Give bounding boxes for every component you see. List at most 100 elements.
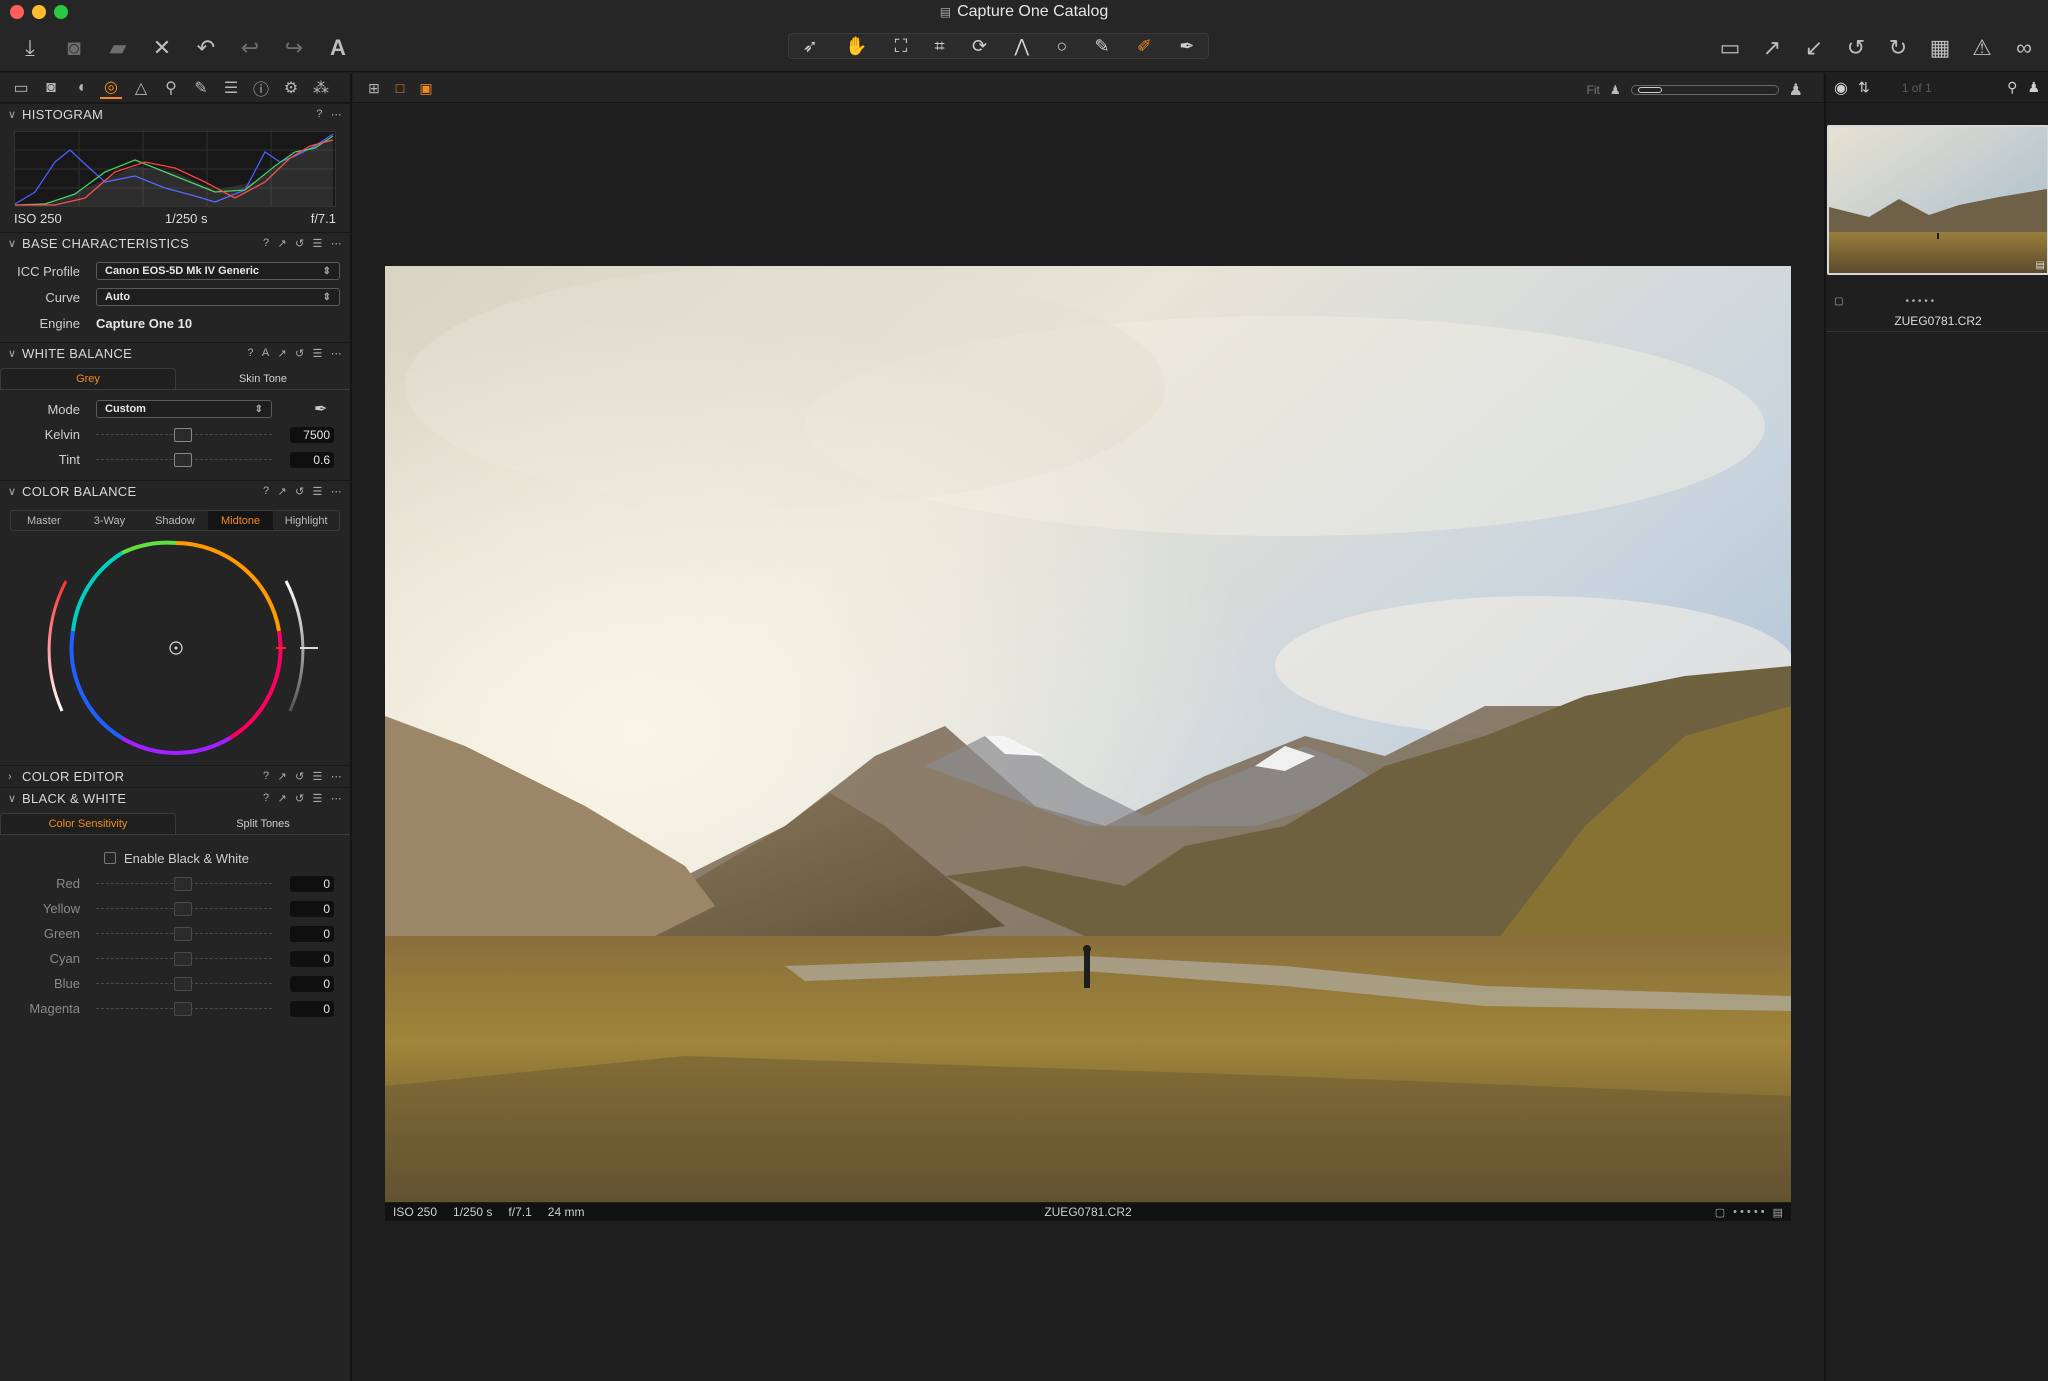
histogram-header[interactable]: ∨ HISTOGRAM ? ⋯ (0, 103, 350, 125)
bw-green-slider[interactable] (96, 927, 272, 941)
redo-icon[interactable]: ↪ (278, 32, 310, 64)
thumbnail-rating[interactable]: • • • • • (1905, 296, 1934, 307)
copy-apply-icon[interactable]: ↗ (277, 770, 287, 783)
stack-icon[interactable]: ▭ (1716, 32, 1744, 64)
thumbnail[interactable]: ▤ (1827, 125, 2048, 275)
help-icon[interactable]: ? (316, 108, 322, 121)
white-balance-header[interactable]: ∨ WHITE BALANCE ? A ↗ ↺ ☰ ⋯ (0, 342, 350, 364)
more-icon[interactable]: ⋯ (331, 347, 342, 360)
slider-handle[interactable] (174, 1002, 192, 1016)
zoom-slider[interactable] (1630, 85, 1779, 95)
reset-icon[interactable]: ↺ (295, 792, 305, 805)
bw-cyan-slider[interactable] (96, 952, 272, 966)
undo-history-icon[interactable]: ↶ (190, 32, 222, 64)
color-tab-icon[interactable]: ◎ (100, 77, 122, 99)
import-arrow-icon[interactable]: ↙ (1800, 32, 1828, 64)
more-icon[interactable]: ⋯ (331, 792, 342, 805)
help-icon[interactable]: ? (263, 237, 269, 250)
undo-icon[interactable]: ↩ (234, 32, 266, 64)
slider-handle[interactable] (174, 927, 192, 941)
keystone-icon[interactable]: ⋀ (1014, 36, 1029, 57)
more-icon[interactable]: ⋯ (331, 237, 342, 250)
color-wheel[interactable] (0, 531, 352, 761)
color-balance-header[interactable]: ∨ COLOR BALANCE ? ↗ ↺ ☰ ⋯ (0, 480, 350, 502)
bw-red-value[interactable]: 0 (290, 875, 334, 892)
bw-red-slider[interactable] (96, 877, 272, 891)
zoom-slider-handle[interactable] (1637, 87, 1662, 93)
more-icon[interactable]: ⋯ (331, 485, 342, 498)
copy-apply-icon[interactable]: ↗ (277, 485, 287, 498)
icc-profile-select[interactable]: Canon EOS-5D Mk IV Generic (96, 262, 340, 280)
eye-icon[interactable]: ◉ (1834, 78, 1848, 98)
more-icon[interactable]: ⋯ (331, 770, 342, 783)
adjustments-badge-icon[interactable]: ▤ (1773, 1206, 1783, 1219)
tint-slider[interactable] (96, 453, 272, 467)
warning-icon[interactable]: ⚠ (1968, 32, 1996, 64)
pan-hand-icon[interactable]: ✋ (845, 36, 867, 57)
thumbnail-checkbox-icon[interactable]: ▢ (1834, 296, 1843, 307)
lens-tab-icon[interactable]: ◖ (70, 77, 92, 99)
circle-mask-icon[interactable]: ○ (1056, 36, 1067, 57)
slider-handle[interactable] (174, 877, 192, 891)
presets-icon[interactable]: ☰ (313, 237, 323, 250)
bw-cyan-value[interactable]: 0 (290, 950, 334, 967)
slider-handle[interactable] (174, 952, 192, 966)
presets-icon[interactable]: ☰ (313, 485, 323, 498)
glasses-icon[interactable]: ∞ (2010, 32, 2038, 64)
slider-handle[interactable] (174, 977, 192, 991)
tab-color-sensitivity[interactable]: Color Sensitivity (0, 813, 176, 834)
presets-icon[interactable]: ☰ (313, 770, 323, 783)
grid-icon[interactable]: ▦ (1926, 32, 1954, 64)
camera-icon[interactable]: ◙ (58, 32, 90, 64)
exposure-tab-icon[interactable]: △ (130, 77, 152, 99)
local-adjust-tab-icon[interactable]: ✎ (190, 77, 212, 99)
base-characteristics-header[interactable]: ∨ BASE CHARACTERISTICS ? ↗ ↺ ☰ ⋯ (0, 232, 350, 254)
adjustments-tab-icon[interactable]: ☰ (220, 77, 242, 99)
kelvin-slider[interactable] (96, 428, 272, 442)
close-window-button[interactable] (10, 5, 24, 19)
kelvin-slider-handle[interactable] (174, 428, 192, 442)
main-photo[interactable] (385, 266, 1791, 1202)
copy-apply-icon[interactable]: ↗ (277, 792, 287, 805)
capture-tab-icon[interactable]: ◙ (40, 77, 62, 99)
bw-magenta-slider[interactable] (96, 1002, 272, 1016)
minimize-window-button[interactable] (32, 5, 46, 19)
draw-mask-icon[interactable]: ✐ (1137, 36, 1152, 57)
folder-icon[interactable]: ▰ (102, 32, 134, 64)
help-icon[interactable]: ? (263, 770, 269, 783)
tab-split-tones[interactable]: Split Tones (176, 813, 350, 834)
rotate-icon[interactable]: ⟳ (972, 36, 987, 57)
kelvin-value-field[interactable]: 7500 (290, 426, 334, 443)
copy-apply-icon[interactable]: ↗ (277, 237, 287, 250)
search-icon[interactable]: ⚲ (2007, 79, 2017, 96)
crop-icon[interactable]: ⌗ (935, 36, 945, 57)
more-icon[interactable]: ⋯ (331, 108, 342, 121)
multi-view-icon[interactable]: ▣ (417, 79, 435, 97)
grid-view-icon[interactable]: ⊞ (365, 79, 383, 97)
delete-icon[interactable]: ✕ (146, 32, 178, 64)
help-icon[interactable]: ? (263, 485, 269, 498)
single-view-icon[interactable]: □ (391, 79, 409, 97)
reset-icon[interactable]: ↺ (295, 237, 305, 250)
bw-yellow-value[interactable]: 0 (290, 900, 334, 917)
user-icon[interactable]: ♟ (2027, 79, 2040, 96)
auto-icon[interactable]: A (262, 347, 270, 360)
tab-skin-tone[interactable]: Skin Tone (176, 368, 350, 389)
black-white-header[interactable]: ∨ BLACK & WHITE ? ↗ ↺ ☰ ⋯ (0, 787, 350, 809)
reset-icon[interactable]: ↺ (295, 347, 305, 360)
zoom-window-button[interactable] (54, 5, 68, 19)
library-tab-icon[interactable]: ▭ (10, 77, 32, 99)
rotate-right-icon[interactable]: ↻ (1884, 32, 1912, 64)
color-editor-header[interactable]: › COLOR EDITOR ? ↗ ↺ ☰ ⋯ (0, 765, 350, 787)
reset-icon[interactable]: ↺ (295, 770, 305, 783)
tab-grey[interactable]: Grey (0, 368, 176, 389)
text-icon[interactable]: A (322, 32, 354, 64)
metadata-tab-icon[interactable]: ⓘ (250, 77, 272, 99)
eyedropper-icon[interactable]: ✒ (314, 399, 327, 419)
tab-3-way[interactable]: 3-Way (77, 511, 143, 530)
output-tab-icon[interactable]: ⚙ (280, 77, 302, 99)
enable-bw-checkbox[interactable] (104, 852, 116, 864)
select-cursor-icon[interactable]: ➶ (803, 36, 818, 57)
curve-select[interactable]: Auto (96, 288, 340, 306)
bw-yellow-slider[interactable] (96, 902, 272, 916)
